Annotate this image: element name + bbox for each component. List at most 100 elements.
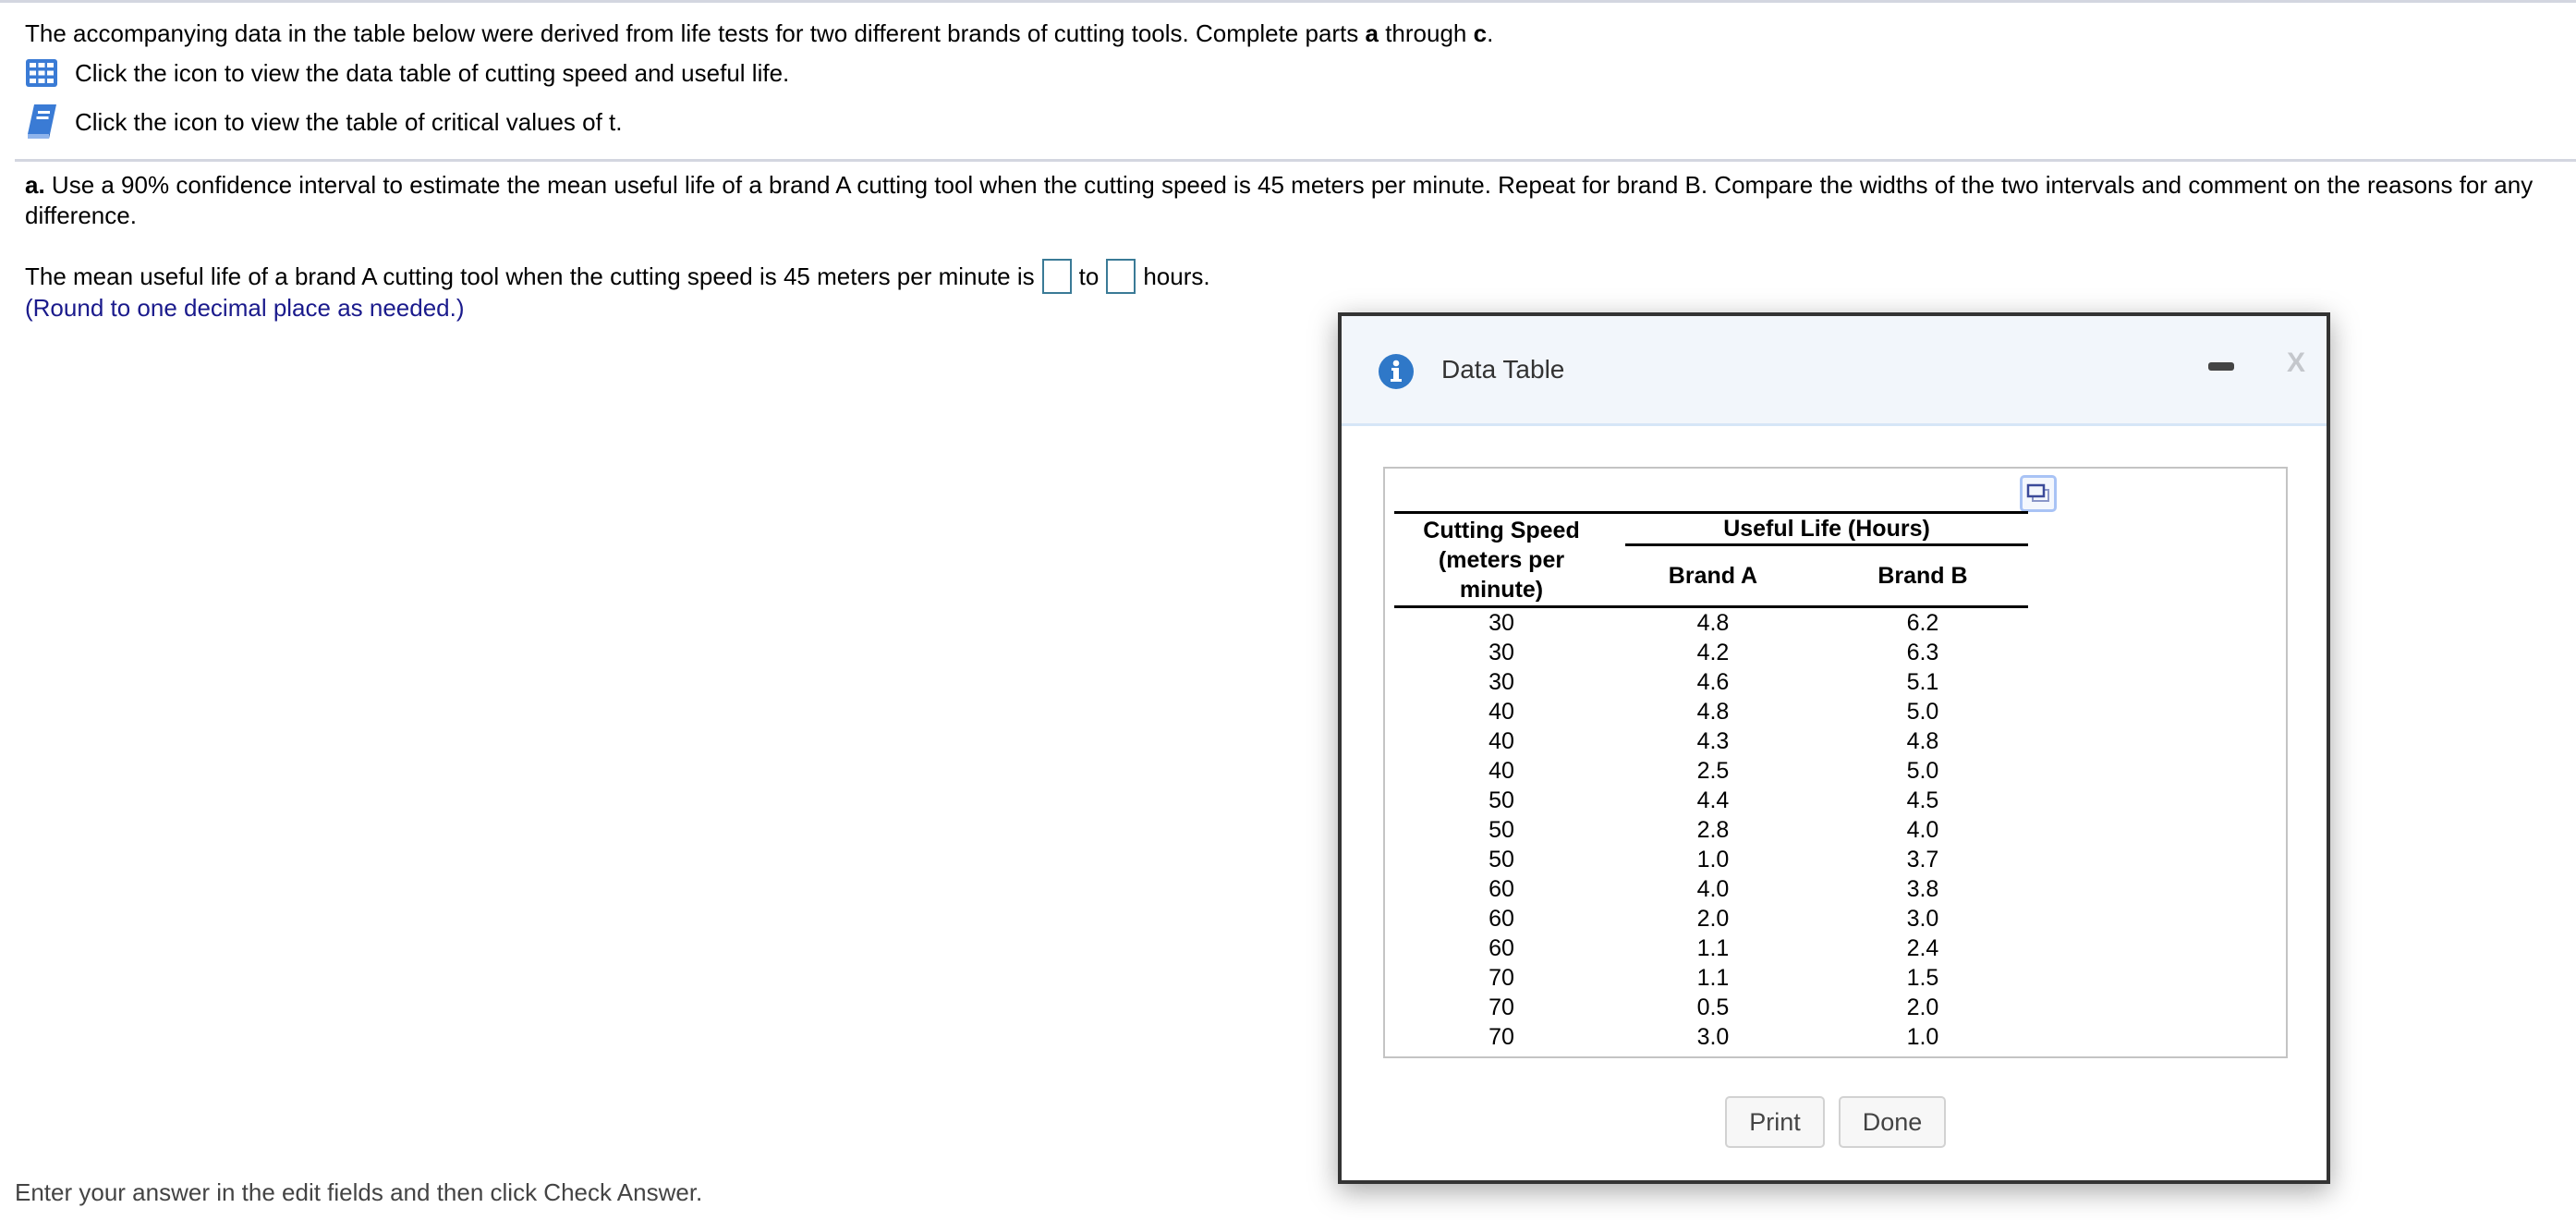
- part-a-text: Use a 90% confidence interval to estimat…: [25, 171, 2533, 229]
- table-row: 40 2.5 5.0: [1394, 756, 2028, 786]
- cell-brand-a: 2.5: [1696, 758, 1730, 784]
- header-speed-line2: (meters per: [1438, 546, 1565, 573]
- header-speed-line3: minute): [1459, 576, 1544, 603]
- header-brand-a: Brand A: [1609, 546, 1817, 608]
- intro-prefix: The accompanying data in the table below…: [25, 19, 1366, 47]
- cell-cutting-speed: 50: [1488, 787, 1514, 813]
- cell-brand-a: 3.0: [1696, 1024, 1730, 1050]
- table-row: 70 1.1 1.5: [1394, 963, 2028, 993]
- table-row: 30 4.6 5.1: [1394, 667, 2028, 697]
- header-useful-life-label: Useful Life (Hours): [1625, 514, 2028, 546]
- print-button[interactable]: Print: [1725, 1096, 1825, 1148]
- cell-brand-b: 2.0: [1906, 994, 1939, 1020]
- table-row: 70 3.0 1.0: [1394, 1022, 2028, 1052]
- table-row: 60 1.1 2.4: [1394, 933, 2028, 963]
- cell-brand-b: 4.5: [1906, 787, 1939, 813]
- cell-brand-a: 4.8: [1696, 610, 1730, 636]
- intro-bold-c: c: [1473, 19, 1488, 47]
- cell-cutting-speed: 30: [1488, 640, 1514, 665]
- part-a-label: a.: [25, 171, 45, 199]
- dialog-title: Data Table: [1441, 355, 1565, 384]
- cell-brand-a: 4.8: [1696, 699, 1730, 725]
- header-brand-b: Brand B: [1817, 546, 2028, 608]
- lower-bound-input[interactable]: [1041, 259, 1072, 294]
- cell-brand-b: 4.0: [1906, 817, 1939, 843]
- cell-cutting-speed: 30: [1488, 669, 1514, 695]
- table-grid-icon[interactable]: [25, 57, 58, 89]
- cell-brand-a: 1.0: [1696, 847, 1730, 872]
- cell-brand-a: 2.8: [1696, 817, 1730, 843]
- cell-brand-b: 4.8: [1906, 728, 1939, 754]
- table-row: 40 4.8 5.0: [1394, 697, 2028, 726]
- intro-bold-a: a: [1365, 19, 1379, 47]
- cell-cutting-speed: 60: [1488, 935, 1514, 961]
- table-row: 30 4.8 6.2: [1394, 607, 2028, 639]
- answer-connector: to: [1078, 262, 1100, 290]
- answer-sentence: The mean useful life of a brand A cuttin…: [25, 259, 1210, 294]
- cell-brand-a: 4.6: [1696, 669, 1730, 695]
- cell-brand-a: 0.5: [1696, 994, 1730, 1020]
- table-body: 30 4.8 6.2 30 4.2 6.3 30 4.6 5.1 40 4.8 5.0 40 4.3 4.8…: [1394, 607, 2028, 1053]
- minimize-icon: [2208, 362, 2234, 371]
- minimize-button[interactable]: [2208, 360, 2236, 372]
- cell-brand-b: 5.1: [1906, 669, 1939, 695]
- copy-to-clipboard-icon[interactable]: [2019, 474, 2058, 513]
- book-icon[interactable]: [25, 104, 58, 140]
- critical-values-link[interactable]: Click the icon to view the table of crit…: [25, 104, 623, 140]
- cell-brand-a: 1.1: [1696, 935, 1730, 961]
- cell-brand-b: 2.4: [1906, 935, 1939, 961]
- data-table-dialog: Data Table X Cutting Speed (meters per m…: [1338, 312, 2330, 1184]
- cell-brand-b: 6.3: [1906, 640, 1939, 665]
- cell-cutting-speed: 40: [1488, 728, 1514, 754]
- intro-text: The accompanying data in the table below…: [25, 18, 1493, 48]
- cell-cutting-speed: 50: [1488, 847, 1514, 872]
- intro-suffix: .: [1487, 19, 1494, 47]
- header-useful-life: Useful Life (Hours): [1609, 511, 2028, 546]
- table-row: 30 4.2 6.3: [1394, 638, 2028, 667]
- cell-brand-b: 6.2: [1906, 610, 1939, 636]
- table-row: 60 2.0 3.0: [1394, 904, 2028, 933]
- cell-cutting-speed: 70: [1488, 994, 1514, 1020]
- cell-cutting-speed: 30: [1488, 610, 1514, 636]
- dialog-header[interactable]: Data Table X: [1342, 316, 2327, 426]
- cell-brand-b: 5.0: [1906, 699, 1939, 725]
- cell-brand-a: 4.2: [1696, 640, 1730, 665]
- cell-cutting-speed: 40: [1488, 699, 1514, 725]
- cell-cutting-speed: 50: [1488, 817, 1514, 843]
- part-a-question: a. Use a 90% confidence interval to esti…: [25, 170, 2547, 231]
- table-row: 70 0.5 2.0: [1394, 993, 2028, 1022]
- critical-values-link-label[interactable]: Click the icon to view the table of crit…: [75, 107, 623, 137]
- table-row: 50 1.0 3.7: [1394, 845, 2028, 874]
- top-divider: [0, 0, 2576, 3]
- cutting-tool-table: Cutting Speed (meters per minute) Useful…: [1394, 511, 2028, 1052]
- table-row: 50 4.4 4.5: [1394, 786, 2028, 815]
- table-row: 60 4.0 3.8: [1394, 874, 2028, 904]
- cell-brand-a: 2.0: [1696, 906, 1730, 932]
- cell-brand-b: 1.5: [1906, 965, 1939, 991]
- table-row: 50 2.8 4.0: [1394, 815, 2028, 845]
- answer-prefix: The mean useful life of a brand A cuttin…: [25, 262, 1035, 290]
- footer-instruction: Enter your answer in the edit fields and…: [15, 1178, 703, 1206]
- data-table-container: Cutting Speed (meters per minute) Useful…: [1383, 467, 2288, 1058]
- done-button[interactable]: Done: [1839, 1096, 1946, 1148]
- cell-cutting-speed: 60: [1488, 906, 1514, 932]
- cell-brand-b: 3.0: [1906, 906, 1939, 932]
- cell-brand-a: 4.3: [1696, 728, 1730, 754]
- cell-cutting-speed: 70: [1488, 1024, 1514, 1050]
- cell-cutting-speed: 40: [1488, 758, 1514, 784]
- cell-brand-b: 1.0: [1906, 1024, 1939, 1050]
- cell-cutting-speed: 70: [1488, 965, 1514, 991]
- intro-mid: through: [1378, 19, 1474, 47]
- data-table-link-label[interactable]: Click the icon to view the data table of…: [75, 58, 789, 88]
- section-divider: [15, 159, 2576, 162]
- answer-suffix: hours.: [1143, 262, 1210, 290]
- cell-brand-a: 1.1: [1696, 965, 1730, 991]
- cell-brand-a: 4.4: [1696, 787, 1730, 813]
- rounding-hint: (Round to one decimal place as needed.): [25, 294, 465, 322]
- header-speed-line1: Cutting Speed: [1423, 517, 1580, 543]
- data-table-link[interactable]: Click the icon to view the data table of…: [25, 57, 789, 89]
- upper-bound-input[interactable]: [1106, 259, 1136, 294]
- cell-brand-b: 5.0: [1906, 758, 1939, 784]
- close-button[interactable]: X: [2282, 348, 2310, 379]
- cell-brand-a: 4.0: [1696, 876, 1730, 902]
